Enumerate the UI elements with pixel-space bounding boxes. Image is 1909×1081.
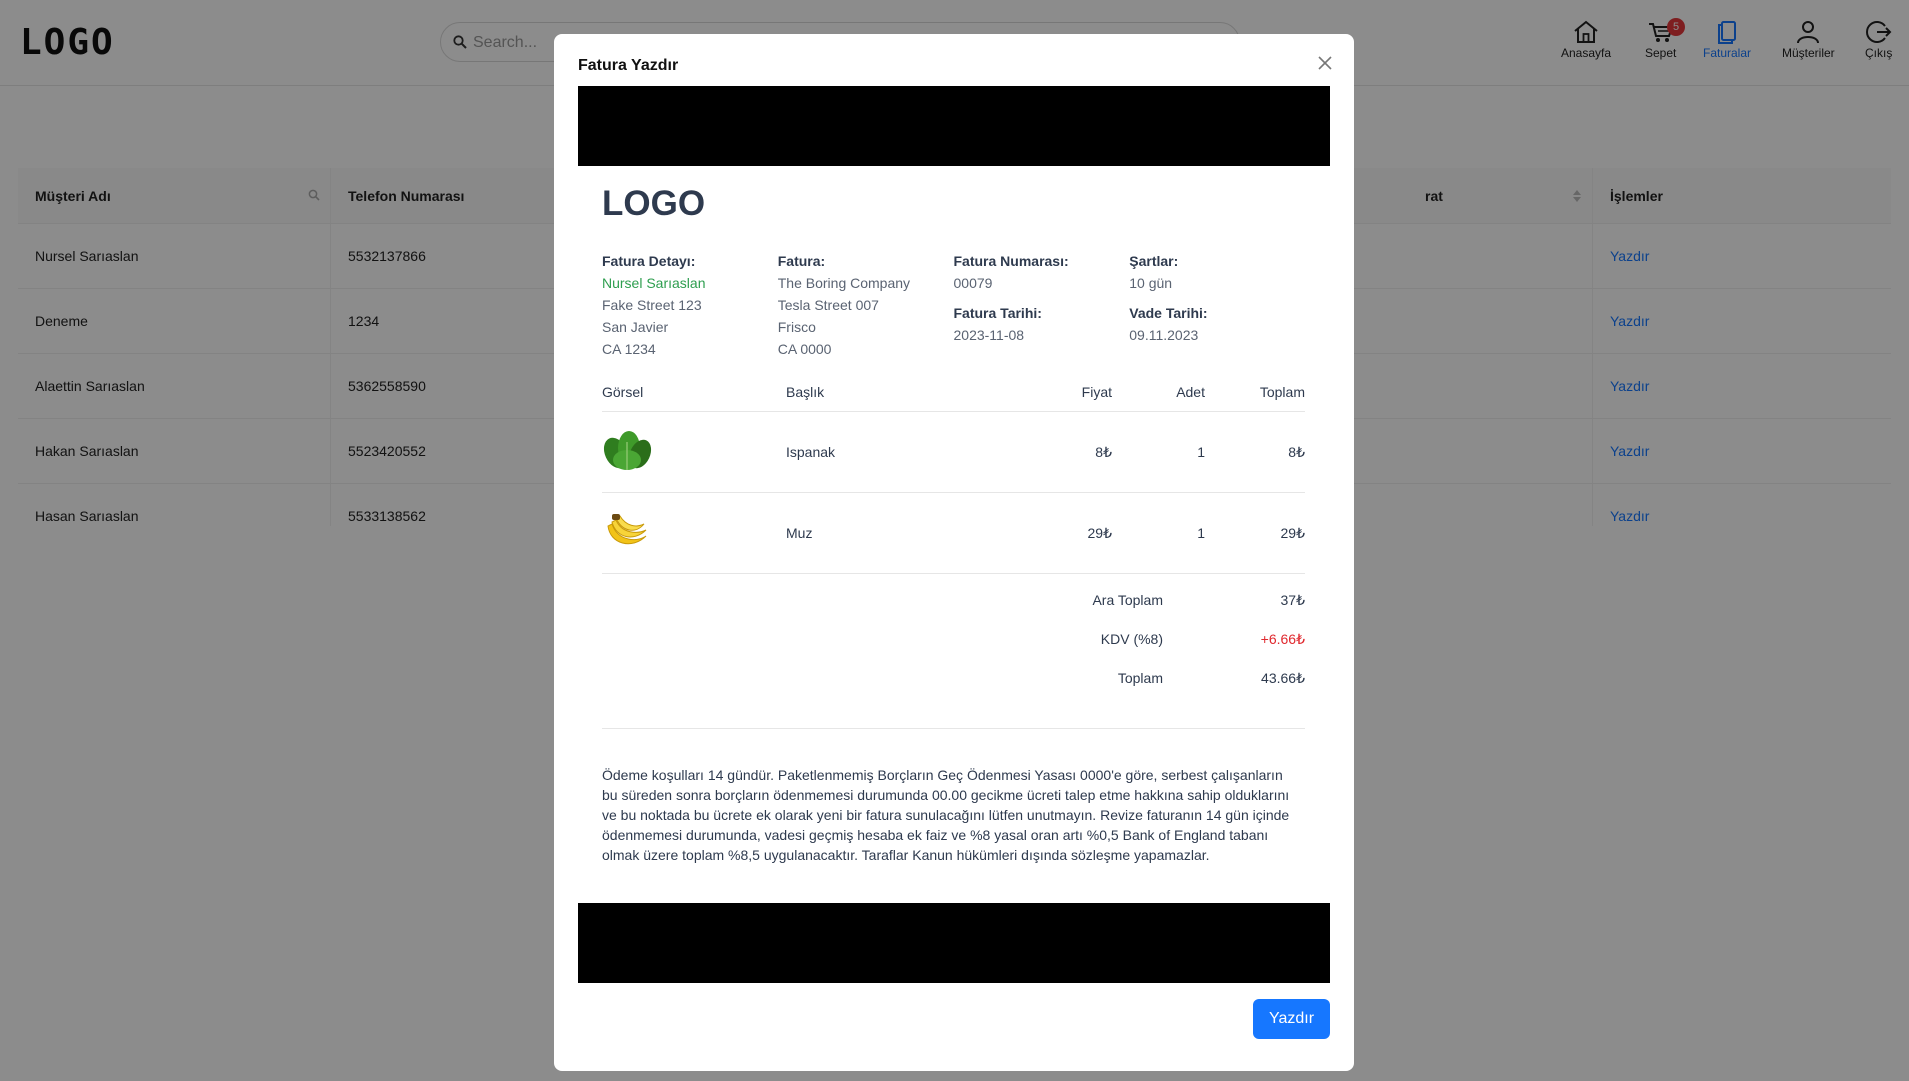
tax-value: +6.66₺: [1260, 631, 1305, 647]
invoice-number: 00079: [953, 275, 993, 291]
item-price: 29₺: [1087, 524, 1112, 541]
close-icon[interactable]: [1314, 52, 1336, 74]
customer-name: Nursel Sarıaslan: [602, 275, 706, 291]
item-price: 8₺: [1095, 443, 1112, 460]
total-value: 43.66₺: [1261, 670, 1305, 686]
item-title: Ispanak: [786, 444, 836, 460]
payment-terms-text: Ödeme koşulları 14 gündür. Paketlenmemiş…: [602, 767, 1290, 863]
invoice-detail-block: Fatura Detayı: Nursel Sarıaslan Fake Str…: [602, 250, 778, 360]
banana-icon: [607, 513, 647, 544]
invoice-company-block: Fatura: The Boring Company Tesla Street …: [777, 253, 911, 357]
item-title: Muz: [786, 525, 813, 541]
invoice-item-row: Ispanak 8₺ 1 8₺: [602, 412, 1305, 493]
invoice-date: 2023-11-08: [953, 327, 1025, 343]
invoice-info: Fatura Detayı: Nursel Sarıaslan Fake Str…: [602, 250, 1305, 360]
item-total: 29₺: [1280, 524, 1305, 541]
invoice-items-table: Görsel Başlık Fiyat Adet Toplam Ispanak: [602, 372, 1305, 729]
print-button[interactable]: Yazdır: [1253, 999, 1330, 1039]
item-qty: 1: [1197, 525, 1205, 541]
invoice-terms-block: Şartlar: 10 gün Vade Tarihi: 09.11.2023: [1129, 250, 1305, 360]
item-qty: 1: [1197, 444, 1205, 460]
item-total: 8₺: [1288, 443, 1305, 460]
invoice-footer-bar: [578, 903, 1330, 983]
invoice-item-row: Muz 29₺ 1 29₺: [602, 493, 1305, 574]
invoice-number-block: Fatura Numarası: 00079 Fatura Tarihi: 20…: [954, 250, 1130, 360]
modal-title: Fatura Yazdır: [578, 57, 679, 74]
invoice-summary: Ara Toplam 37₺ KDV (%8) +6.66₺ Toplam 43…: [602, 574, 1305, 729]
invoice-header-bar: [578, 86, 1330, 166]
items-header-row: Görsel Başlık Fiyat Adet Toplam: [602, 372, 1305, 412]
subtotal-value: 37₺: [1280, 592, 1305, 608]
invoice-content: LOGO Fatura Detayı: Nursel Sarıaslan Fak…: [602, 184, 1305, 865]
print-invoice-modal: Fatura Yazdır LOGO Fatura Detayı: Nursel…: [554, 34, 1354, 1071]
due-date: 09.11.2023: [1129, 327, 1199, 343]
total-row: Toplam 43.66₺: [1117, 670, 1305, 686]
subtotal-row: Ara Toplam 37₺: [1092, 592, 1305, 608]
tax-row: KDV (%8) +6.66₺: [1100, 631, 1305, 647]
spinach-icon: [603, 430, 652, 470]
invoice-logo: LOGO: [602, 184, 706, 223]
